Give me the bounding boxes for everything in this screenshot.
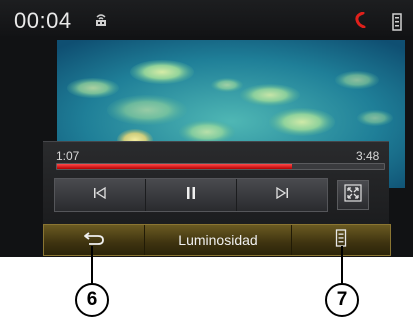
elapsed-time: 1:07	[56, 149, 80, 163]
playback-controls	[54, 178, 328, 212]
brightness-button[interactable]: Luminosidad	[145, 225, 292, 255]
callout-6: 6	[75, 283, 109, 317]
callout-7: 7	[325, 283, 359, 317]
back-button[interactable]	[44, 225, 145, 255]
multimedia-screen: 00:04 1:07 3:48 Luminosidad	[0, 0, 413, 257]
menu-icon[interactable]	[391, 12, 403, 32]
previous-track-button[interactable]	[55, 179, 146, 211]
total-time: 3:48	[356, 149, 380, 163]
fullscreen-button[interactable]	[337, 180, 369, 210]
pause-icon	[185, 186, 197, 205]
previous-track-icon	[93, 186, 107, 204]
pause-button[interactable]	[146, 179, 237, 211]
callout-pointer-7	[341, 246, 343, 284]
progress-fill	[57, 164, 293, 169]
back-arrow-icon	[83, 231, 105, 250]
callout-pointer-6	[91, 246, 93, 284]
bottom-bar: Luminosidad	[43, 224, 391, 256]
fullscreen-icon	[344, 183, 362, 207]
clock: 00:04	[14, 8, 72, 33]
brightness-label: Luminosidad	[178, 232, 258, 248]
status-bar: 00:04	[0, 0, 413, 36]
next-track-button[interactable]	[237, 179, 327, 211]
phone-icon[interactable]	[354, 11, 366, 29]
signal-icon	[94, 11, 108, 27]
next-track-icon	[275, 186, 289, 204]
progress-bar[interactable]	[56, 163, 385, 170]
